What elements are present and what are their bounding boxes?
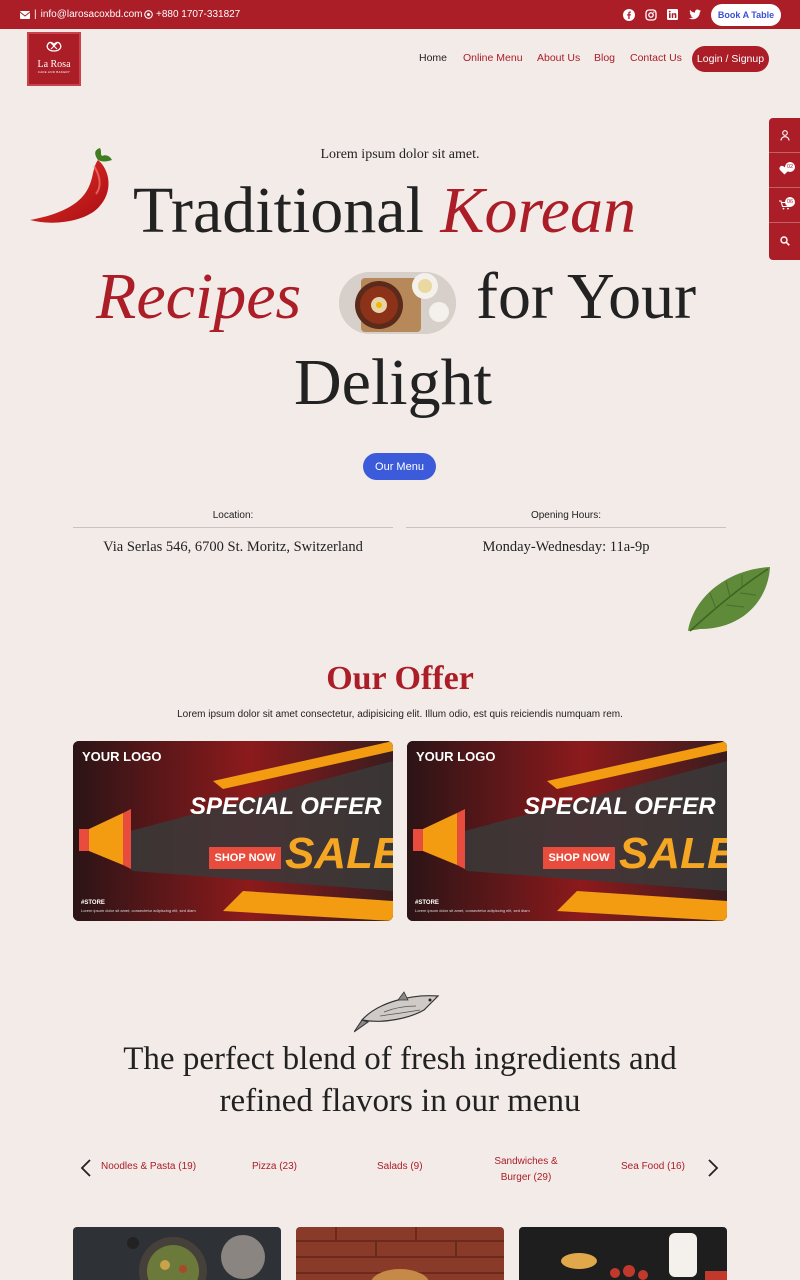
hero-headline-accent-recipes: Recipes xyxy=(96,260,302,333)
cart-button[interactable]: 06 xyxy=(769,188,800,223)
chili-pepper-image xyxy=(30,148,112,223)
hero-headline-line-1: Traditional Korean xyxy=(133,178,636,244)
social-links xyxy=(622,8,701,21)
nav-online-menu[interactable]: Online Menu xyxy=(463,52,523,64)
hero-headline-accent: Korean xyxy=(440,174,636,247)
banner-fine-print: Lorem ipsum dolor sit amet, consectetur … xyxy=(415,908,530,913)
facebook-icon[interactable] xyxy=(622,8,635,21)
offer-description: Lorem ipsum dolor sit amet consectetur, … xyxy=(177,709,623,720)
banner-shop-now: SHOP NOW xyxy=(543,847,615,869)
fish-illustration xyxy=(354,991,440,1033)
category-tab-noodles-pasta[interactable]: Noodles & Pasta (19) xyxy=(101,1161,196,1172)
phone-text[interactable]: +880 1707-331827 xyxy=(156,9,240,20)
menu-item-image-3[interactable] xyxy=(519,1227,727,1280)
category-carousel: Noodles & Pasta (19) Pizza (23) Salads (… xyxy=(0,1153,800,1185)
phone-contact[interactable]: +880 1707-331827 xyxy=(144,9,240,20)
side-action-bar: 02 06 xyxy=(769,118,800,260)
hero-headline-line-3: Delight xyxy=(294,346,492,419)
korean-dish-image xyxy=(339,272,456,334)
menu-tagline: The perfect blend of fresh ingredients a… xyxy=(0,1038,800,1122)
twitter-icon[interactable] xyxy=(688,8,701,21)
banner-logo-text: YOUR LOGO xyxy=(416,749,496,764)
pretzel-icon xyxy=(46,41,62,52)
email-text[interactable]: info@larosacoxbd.com xyxy=(41,9,143,20)
hero-headline-line-2: for Your xyxy=(476,260,697,333)
email-contact[interactable]: | info@larosacoxbd.com xyxy=(20,9,142,20)
category-tab-sea-food[interactable]: Sea Food (16) xyxy=(621,1161,685,1172)
category-tab-salads[interactable]: Salads (9) xyxy=(377,1161,423,1172)
search-icon xyxy=(779,235,790,246)
hero-headline-text: Traditional xyxy=(133,174,424,247)
menu-tagline-line-1: The perfect blend of fresh ingredients a… xyxy=(123,1041,677,1077)
banner-headline: SPECIAL OFFER xyxy=(524,793,716,820)
location-value: Via Serlas 546, 6700 St. Moritz, Switzer… xyxy=(103,539,363,555)
category-tab-sandwiches-burger[interactable]: Sandwiches & Burger (29) xyxy=(490,1154,562,1186)
banner-headline: SPECIAL OFFER xyxy=(190,793,382,820)
special-offer-banner-1[interactable]: YOUR LOGO SPECIAL OFFER SHOP NOW SALE #S… xyxy=(73,741,393,921)
our-menu-button[interactable]: Our Menu xyxy=(363,453,436,480)
hours-value: Monday-Wednesday: 11a-9p xyxy=(482,539,650,555)
whatsapp-icon xyxy=(144,10,153,19)
linkedin-icon[interactable] xyxy=(666,8,679,21)
menu-tagline-line-2: refined flavors in our menu xyxy=(219,1083,581,1119)
instagram-icon[interactable] xyxy=(644,8,657,21)
banner-sale-text: SALE xyxy=(285,829,393,878)
wishlist-count-badge: 02 xyxy=(785,162,795,172)
brand-tagline: CAFE AND BAKERY xyxy=(37,70,71,74)
banner-fine-print: Lorem ipsum dolor sit amet, consectetur … xyxy=(81,908,196,913)
hero-subtitle: Lorem ipsum dolor sit amet. xyxy=(320,147,480,162)
menu-item-image-2[interactable] xyxy=(296,1227,504,1280)
hours-label: Opening Hours: xyxy=(406,510,726,528)
banner-store-tag: #STORE xyxy=(415,900,439,906)
offer-section-title: Our Offer xyxy=(326,660,474,697)
book-table-button[interactable]: Book A Table xyxy=(711,4,781,26)
basil-leaf-image xyxy=(688,567,770,632)
opening-hours-info: Opening Hours: Monday-Wednesday: 11a-9p xyxy=(406,510,726,556)
nav-home[interactable]: Home xyxy=(419,52,447,64)
banner-sale-text: SALE xyxy=(619,829,727,878)
special-offer-banner-2[interactable]: YOUR LOGO SPECIAL OFFER SHOP NOW SALE #S… xyxy=(407,741,727,921)
nav-blog[interactable]: Blog xyxy=(594,52,615,64)
banner-store-tag: #STORE xyxy=(81,900,105,906)
banner-shop-now: SHOP NOW xyxy=(209,847,281,869)
email-icon xyxy=(20,10,30,19)
user-icon xyxy=(779,129,790,141)
divider: | xyxy=(34,9,37,20)
brand-logo[interactable]: La Rosa CAFE AND BAKERY xyxy=(27,32,81,86)
login-signup-button[interactable]: Login / Signup xyxy=(692,46,769,72)
nav-contact-us[interactable]: Contact Us xyxy=(630,52,682,64)
banner-logo-text: YOUR LOGO xyxy=(82,749,162,764)
nav-about-us[interactable]: About Us xyxy=(537,52,580,64)
category-tab-pizza[interactable]: Pizza (23) xyxy=(252,1161,297,1172)
cart-count-badge: 06 xyxy=(785,197,795,207)
location-info: Location: Via Serlas 546, 6700 St. Morit… xyxy=(73,510,393,556)
search-button[interactable] xyxy=(769,223,800,258)
menu-item-image-1[interactable] xyxy=(73,1227,281,1280)
brand-name: La Rosa xyxy=(37,59,71,70)
chevron-right-icon[interactable] xyxy=(707,1158,719,1178)
top-bar: | info@larosacoxbd.com +880 1707-331827 … xyxy=(0,0,800,29)
location-label: Location: xyxy=(73,510,393,528)
